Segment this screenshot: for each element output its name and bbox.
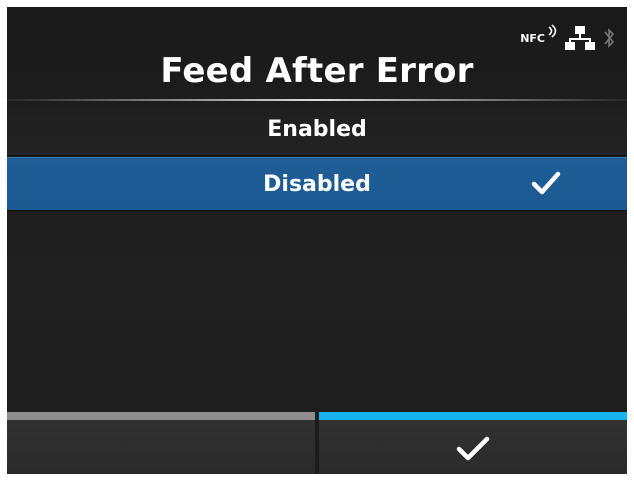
status-bar: NFC: [520, 23, 615, 53]
network-icon: [565, 26, 595, 50]
bluetooth-icon: [604, 28, 615, 48]
confirm-softkey[interactable]: [319, 412, 627, 474]
option-label: Enabled: [267, 116, 367, 142]
softkey-bar: [7, 412, 627, 474]
left-softkey-indicator: [7, 412, 315, 420]
confirm-softkey-indicator: [319, 412, 627, 420]
checkmark-icon: [456, 436, 490, 461]
printer-screen: NFC Feed After Error Enabled Disabled: [7, 7, 627, 474]
left-softkey[interactable]: [7, 412, 315, 474]
option-disabled[interactable]: Disabled: [7, 157, 627, 211]
nfc-icon: NFC: [520, 23, 557, 45]
option-list: Enabled Disabled: [7, 102, 627, 211]
option-label: Disabled: [263, 171, 371, 197]
checkmark-icon: [531, 171, 561, 195]
option-enabled[interactable]: Enabled: [7, 103, 627, 156]
page-title: Feed After Error: [160, 51, 474, 91]
nfc-label: NFC: [520, 31, 545, 45]
title-divider: [7, 99, 627, 101]
